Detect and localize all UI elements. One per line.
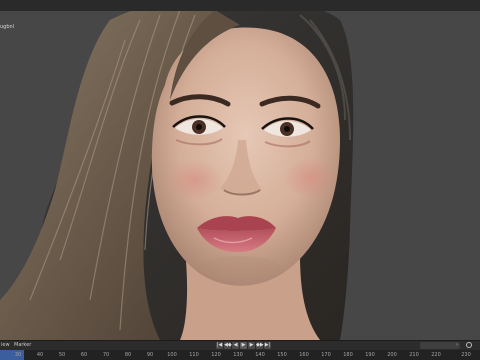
chevron-right-icon: › — [456, 342, 458, 348]
transport-controls: |◀ ◀◆ ◀ ▶ ▶ ◆▶ ▶| — [216, 342, 271, 349]
frame-tick: 130 — [233, 352, 243, 358]
play-reverse-button[interactable]: ◀ — [232, 342, 239, 349]
timeline-ruler[interactable]: 30 40 50 60 70 80 90 100 110 120 130 140… — [0, 350, 480, 360]
frame-tick: 30 — [14, 352, 22, 358]
play-forward-button[interactable]: ▶ — [248, 342, 255, 349]
frame-tick: 200 — [387, 352, 397, 358]
frame-tick: 160 — [299, 352, 309, 358]
frame-tick: 50 — [58, 352, 66, 358]
frame-tick: 60 — [80, 352, 88, 358]
portrait-render — [0, 0, 480, 340]
frame-tick: 150 — [277, 352, 287, 358]
frame-tick: 140 — [255, 352, 265, 358]
frame-tick: 170 — [321, 352, 331, 358]
clock-icon[interactable] — [466, 342, 472, 348]
frame-tick: 180 — [343, 352, 353, 358]
frame-tick: 80 — [124, 352, 132, 358]
frame-tick: 100 — [167, 352, 177, 358]
jump-to-start-button[interactable]: |◀ — [216, 342, 223, 349]
frame-tick: 120 — [211, 352, 221, 358]
frame-tick: 90 — [146, 352, 154, 358]
frame-tick: 110 — [189, 352, 199, 358]
marker-menu[interactable]: Marker — [14, 342, 31, 349]
frame-tick: 40 — [36, 352, 44, 358]
jump-to-previous-keyframe-button[interactable]: ◀◆ — [224, 342, 232, 349]
blender-window: ugbnl iew Marker |◀ ◀◆ ◀ ▶ ▶ ◆▶ ▶| › 30 … — [0, 0, 480, 360]
viewport-header-bar — [0, 0, 480, 11]
3d-viewport[interactable]: ugbnl — [0, 0, 480, 340]
jump-to-next-keyframe-button[interactable]: ◆▶ — [256, 342, 264, 349]
frame-tick: 230 — [461, 352, 471, 358]
current-frame-field[interactable]: › — [420, 342, 460, 349]
frame-tick: 210 — [409, 352, 419, 358]
frame-tick: 70 — [102, 352, 110, 358]
play-button[interactable]: ▶ — [240, 342, 247, 349]
frame-tick: 190 — [365, 352, 375, 358]
frame-tick: 220 — [431, 352, 441, 358]
view-menu[interactable]: iew — [1, 342, 10, 349]
jump-to-end-button[interactable]: ▶| — [264, 342, 271, 349]
active-object-label: ugbnl — [0, 24, 15, 30]
playback-bar: iew Marker |◀ ◀◆ ◀ ▶ ▶ ◆▶ ▶| › — [0, 340, 480, 350]
